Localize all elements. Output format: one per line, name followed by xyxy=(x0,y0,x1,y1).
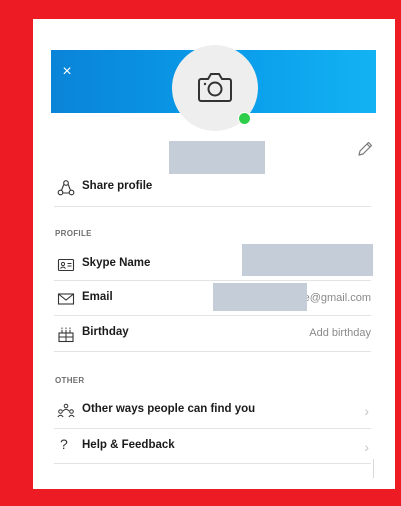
other-ways-row[interactable]: Other ways people can find you › xyxy=(54,394,371,428)
email-value-redacted xyxy=(213,283,307,311)
pencil-icon[interactable] xyxy=(356,140,374,158)
section-title-profile: PROFILE xyxy=(55,229,92,238)
birthday-row[interactable]: Birthday Add birthday xyxy=(54,317,371,351)
section-title-other: OTHER xyxy=(55,376,85,385)
divider xyxy=(54,351,371,352)
share-profile-label: Share profile xyxy=(82,180,153,192)
help-feedback-row[interactable]: ? Help & Feedback › xyxy=(54,430,371,464)
other-ways-label: Other ways people can find you xyxy=(82,403,256,415)
chevron-right-icon: › xyxy=(364,403,369,419)
display-name-redacted xyxy=(169,141,265,174)
presence-status-dot xyxy=(238,112,251,125)
share-profile-row[interactable]: Share profile xyxy=(54,171,371,205)
email-value: e@gmail.com xyxy=(303,292,371,304)
help-feedback-label: Help & Feedback xyxy=(82,439,175,451)
contact-card-icon xyxy=(57,256,75,274)
scrollbar[interactable] xyxy=(373,459,374,478)
envelope-icon xyxy=(57,290,75,308)
profile-panel: × Share profile PROFILE Skype Name Email… xyxy=(33,19,395,489)
divider xyxy=(54,315,371,316)
close-icon[interactable]: × xyxy=(56,61,78,83)
question-icon: ? xyxy=(60,436,68,452)
share-profile-icon xyxy=(57,179,75,197)
skype-name-label: Skype Name xyxy=(82,257,151,269)
add-birthday-link[interactable]: Add birthday xyxy=(309,327,371,339)
red-frame: × Share profile PROFILE Skype Name Email… xyxy=(0,0,401,506)
birthday-cake-icon xyxy=(57,325,75,343)
email-label: Email xyxy=(82,291,113,303)
birthday-label: Birthday xyxy=(82,326,129,338)
divider xyxy=(54,280,371,281)
divider xyxy=(54,428,371,429)
skype-name-value-redacted xyxy=(242,244,373,276)
divider xyxy=(54,463,371,464)
people-group-icon xyxy=(57,402,75,420)
chevron-right-icon: › xyxy=(364,439,369,455)
camera-icon xyxy=(198,73,232,102)
divider xyxy=(54,206,371,207)
